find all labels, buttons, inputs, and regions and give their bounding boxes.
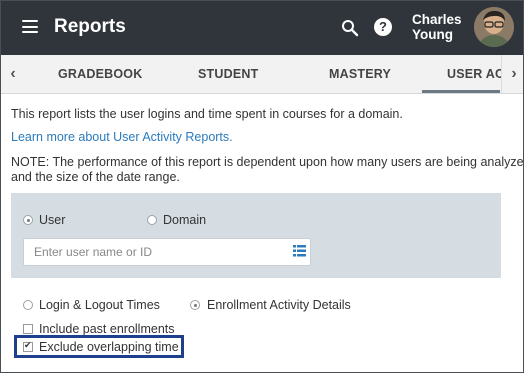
learn-more-link[interactable]: Learn more about User Activity Reports.: [11, 129, 233, 145]
app-bar: Reports ? Charles Young: [1, 1, 523, 55]
user-search-input[interactable]: [23, 238, 311, 266]
tab-scroll-left-icon[interactable]: ‹: [1, 55, 25, 93]
enrollment-activity-radio[interactable]: [190, 300, 200, 310]
include-past-enrollments-label[interactable]: Include past enrollments: [39, 322, 175, 336]
login-logout-radio[interactable]: [23, 300, 33, 310]
user-radio-label[interactable]: User: [39, 213, 65, 227]
user-radio[interactable]: [23, 215, 33, 225]
tab-student[interactable]: STUDENT: [198, 67, 258, 81]
report-tabs: ‹ GRADEBOOK STUDENT MASTERY USER ACT ›: [1, 55, 523, 94]
include-past-enrollments-checkbox[interactable]: [23, 324, 33, 334]
domain-radio[interactable]: [147, 215, 157, 225]
tab-mastery[interactable]: MASTERY: [329, 67, 391, 81]
search-icon[interactable]: [341, 19, 359, 37]
note-line-2: and the size of the date range.: [11, 170, 180, 184]
note-line-1: NOTE: The performance of this report is …: [11, 155, 524, 169]
user-name[interactable]: Charles Young: [412, 12, 472, 42]
page-title: Reports: [54, 16, 126, 37]
menu-icon[interactable]: [22, 20, 38, 33]
enrollment-activity-label[interactable]: Enrollment Activity Details: [207, 298, 351, 312]
login-logout-label[interactable]: Login & Logout Times: [39, 298, 160, 312]
list-icon[interactable]: [293, 245, 306, 257]
report-description: This report lists the user logins and ti…: [11, 107, 403, 121]
tab-user-activity[interactable]: USER ACT: [447, 67, 501, 81]
highlight-box: [14, 335, 184, 358]
tab-gradebook[interactable]: GRADEBOOK: [58, 67, 142, 81]
tab-scroll-right-icon[interactable]: ›: [501, 55, 523, 93]
avatar[interactable]: [474, 7, 514, 47]
app-window: Reports ? Charles Young ‹ GRADEBOOK STUD…: [0, 0, 524, 373]
domain-radio-label[interactable]: Domain: [163, 213, 206, 227]
active-tab-indicator: [422, 90, 500, 93]
help-icon[interactable]: ?: [374, 18, 392, 36]
